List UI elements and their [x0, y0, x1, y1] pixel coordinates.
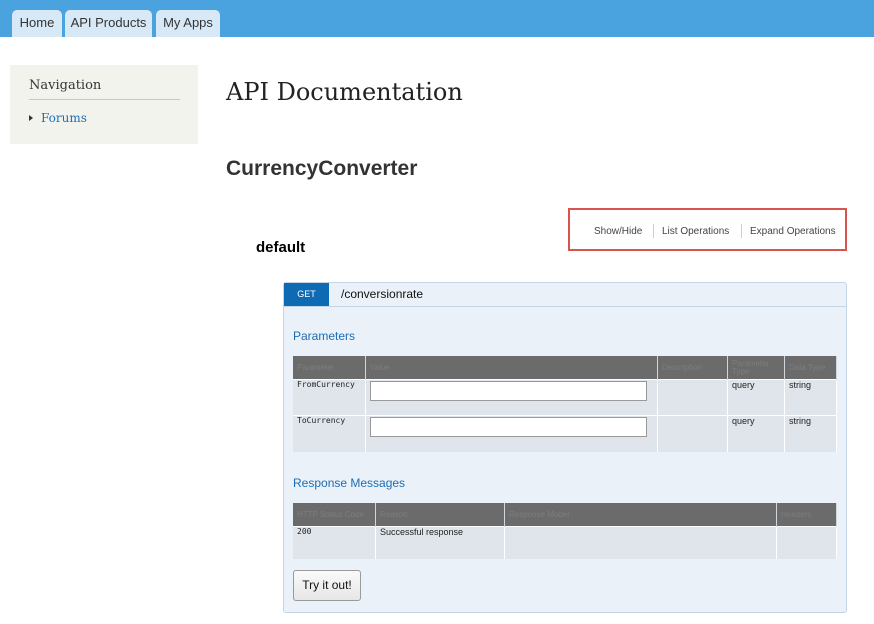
tab-home[interactable]: Home	[12, 10, 62, 37]
sidebar-divider	[29, 99, 180, 100]
endpoint-path[interactable]: /conversionrate	[341, 287, 423, 301]
parameter-name: ToCurrency	[293, 415, 366, 452]
column-header: Data Type	[784, 356, 837, 380]
sidebar-navigation: Navigation Forums	[10, 65, 198, 144]
status-code: 200	[293, 526, 376, 559]
list-operations-link[interactable]: List Operations	[662, 226, 729, 237]
data-type: string	[784, 415, 837, 452]
response-messages-table: HTTP Status Code Reason Response Model H…	[293, 503, 837, 559]
data-type: string	[784, 379, 837, 416]
parameter-value-cell	[365, 379, 658, 416]
column-header: Description	[657, 356, 728, 380]
response-model	[504, 526, 777, 559]
api-name-heading: CurrencyConverter	[226, 157, 418, 180]
toolbar-separator	[741, 224, 742, 238]
parameters-heading: Parameters	[293, 329, 356, 343]
column-header: Parameter Type	[727, 356, 785, 380]
column-header: Response Model	[504, 503, 777, 527]
parameter-type: query	[727, 379, 785, 416]
operations-toolbar: Show/Hide List Operations Expand Operati…	[568, 208, 847, 251]
parameter-description	[657, 379, 728, 416]
try-it-out-button[interactable]: Try it out!	[293, 570, 361, 601]
column-header: HTTP Status Code	[293, 503, 376, 527]
toolbar-separator	[653, 224, 654, 238]
table-row: 200 Successful response	[293, 526, 837, 559]
to-currency-input[interactable]	[370, 417, 647, 437]
resource-name[interactable]: default	[256, 239, 305, 256]
column-header: Headers	[776, 503, 837, 527]
table-row: ToCurrency query string	[293, 415, 837, 452]
sidebar-item-forums[interactable]: Forums	[41, 111, 87, 125]
http-method-badge[interactable]: GET	[284, 283, 329, 306]
column-header: Parameter	[293, 356, 366, 380]
parameter-value-cell	[365, 415, 658, 452]
bullet-arrow-icon	[29, 115, 33, 121]
parameter-name: FromCurrency	[293, 379, 366, 416]
page-title: API Documentation	[226, 78, 463, 106]
show-hide-link[interactable]: Show/Hide	[594, 226, 642, 237]
endpoint-panel: GET /conversionrate Parameters Parameter…	[283, 282, 847, 613]
expand-operations-link[interactable]: Expand Operations	[750, 226, 836, 237]
sidebar-title: Navigation	[29, 78, 102, 93]
response-messages-heading: Response Messages	[293, 476, 406, 490]
response-headers	[776, 526, 837, 559]
tab-my-apps[interactable]: My Apps	[156, 10, 220, 37]
column-header: Reason	[375, 503, 505, 527]
response-reason: Successful response	[375, 526, 505, 559]
parameter-description	[657, 415, 728, 452]
top-navigation-bar: Home API Products My Apps	[0, 0, 874, 37]
column-header: Value	[365, 356, 658, 380]
tab-api-products[interactable]: API Products	[65, 10, 152, 37]
from-currency-input[interactable]	[370, 381, 647, 401]
parameter-type: query	[727, 415, 785, 452]
parameters-table: Parameter Value Description Parameter Ty…	[293, 356, 837, 452]
endpoint-header[interactable]: GET /conversionrate	[284, 283, 846, 307]
table-row: FromCurrency query string	[293, 379, 837, 416]
